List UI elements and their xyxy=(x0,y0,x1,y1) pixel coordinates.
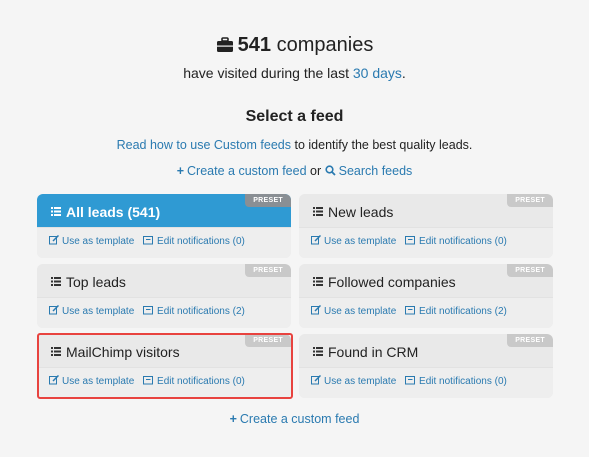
bottom-create-feed: + Create a custom feed xyxy=(0,412,589,426)
feed-card-title: All leads (541) xyxy=(66,204,161,220)
plus-icon: + xyxy=(176,164,185,178)
search-feeds-label: Search feeds xyxy=(338,164,413,178)
summary-header: 541 companies have visited during the la… xyxy=(0,32,589,81)
feed-card-actions: Use as template Edit notifications (2) xyxy=(37,297,291,328)
search-icon xyxy=(325,165,336,179)
feed-card-actions: Use as template Edit notifications (0) xyxy=(37,227,291,258)
notification-edit-icon xyxy=(143,235,154,248)
company-count-suffix: companies xyxy=(271,34,374,56)
period-link[interactable]: 30 days xyxy=(353,65,402,81)
period-end: . xyxy=(401,65,406,81)
select-feed-title: Select a feed xyxy=(245,108,344,125)
or-text: or xyxy=(306,164,325,178)
list-icon xyxy=(313,203,323,216)
feed-card-title: Followed companies xyxy=(328,274,456,290)
edit-icon xyxy=(49,234,60,248)
feed-card-actions: Use as template Edit notifications (2) xyxy=(299,297,553,328)
use-as-template-link[interactable]: Use as template xyxy=(324,236,396,247)
preset-badge: PRESET xyxy=(245,194,291,207)
edit-icon xyxy=(311,374,322,388)
preset-badge: PRESET xyxy=(507,264,553,277)
use-as-template-link[interactable]: Use as template xyxy=(62,236,134,247)
feed-card-followed-companies[interactable]: Followed companies PRESET Use as templat… xyxy=(299,264,553,328)
edit-notifications-link[interactable]: Edit notifications (2) xyxy=(419,306,507,317)
notification-edit-icon xyxy=(143,305,154,318)
company-count: 541 xyxy=(237,34,272,56)
preset-badge: PRESET xyxy=(507,334,553,347)
edit-notifications-link[interactable]: Edit notifications (0) xyxy=(419,376,507,387)
read-rest-text: to identify the best quality leads. xyxy=(291,138,473,152)
feed-card-header[interactable]: Followed companies PRESET xyxy=(299,264,553,297)
bottom-create-custom-feed-link[interactable]: + Create a custom feed xyxy=(230,412,360,426)
use-as-template-link[interactable]: Use as template xyxy=(62,306,134,317)
create-custom-feed-label: Create a custom feed xyxy=(187,164,307,178)
read-how-line: Read how to use Custom feeds to identify… xyxy=(0,138,589,152)
preset-badge: PRESET xyxy=(507,194,553,207)
edit-notifications-link[interactable]: Edit notifications (2) xyxy=(157,306,245,317)
read-custom-feeds-link[interactable]: Read how to use Custom feeds xyxy=(117,138,291,152)
feed-card-all-leads[interactable]: All leads (541) PRESET Use as template E… xyxy=(37,194,291,258)
feed-card-found-in-crm[interactable]: Found in CRM PRESET Use as template Edit… xyxy=(299,334,553,398)
list-icon xyxy=(313,273,323,286)
feed-card-new-leads[interactable]: New leads PRESET Use as template Edit no… xyxy=(299,194,553,258)
notification-edit-icon xyxy=(405,235,416,248)
feed-card-title: Top leads xyxy=(66,274,126,290)
feed-card-actions: Use as template Edit notifications (0) xyxy=(299,367,553,398)
feed-card-header[interactable]: New leads PRESET xyxy=(299,194,553,227)
feed-card-header[interactable]: All leads (541) PRESET xyxy=(37,194,291,227)
list-icon xyxy=(51,203,61,216)
feed-card-header[interactable]: Top leads PRESET xyxy=(37,264,291,297)
feed-card-title: Found in CRM xyxy=(328,344,419,360)
visited-period-line: have visited during the last 30 days. xyxy=(0,65,589,81)
bottom-create-custom-feed-label: Create a custom feed xyxy=(239,412,360,426)
use-as-template-link[interactable]: Use as template xyxy=(324,376,396,387)
feed-card-title: New leads xyxy=(328,204,394,220)
company-count-line: 541 companies xyxy=(0,32,589,60)
plus-icon: + xyxy=(229,412,237,426)
notification-edit-icon xyxy=(405,305,416,318)
edit-icon xyxy=(49,304,60,318)
highlight-box xyxy=(37,333,293,399)
visited-text: have visited during the last xyxy=(183,65,353,81)
list-icon xyxy=(51,273,61,286)
briefcase-icon xyxy=(216,34,234,60)
edit-icon xyxy=(311,234,322,248)
feed-card-top-leads[interactable]: Top leads PRESET Use as template Edit no… xyxy=(37,264,291,328)
edit-icon xyxy=(311,304,322,318)
list-icon xyxy=(313,343,323,356)
preset-badge: PRESET xyxy=(245,264,291,277)
feed-actions: + Create a custom feed or Search feeds xyxy=(0,164,589,179)
notification-edit-icon xyxy=(405,375,416,388)
search-feeds-link[interactable]: Search feeds xyxy=(325,164,413,179)
feed-card-actions: Use as template Edit notifications (0) xyxy=(299,227,553,258)
edit-notifications-link[interactable]: Edit notifications (0) xyxy=(157,236,245,247)
use-as-template-link[interactable]: Use as template xyxy=(324,306,396,317)
create-custom-feed-link[interactable]: + Create a custom feed xyxy=(177,164,307,178)
edit-notifications-link[interactable]: Edit notifications (0) xyxy=(419,236,507,247)
feed-card-header[interactable]: Found in CRM PRESET xyxy=(299,334,553,367)
